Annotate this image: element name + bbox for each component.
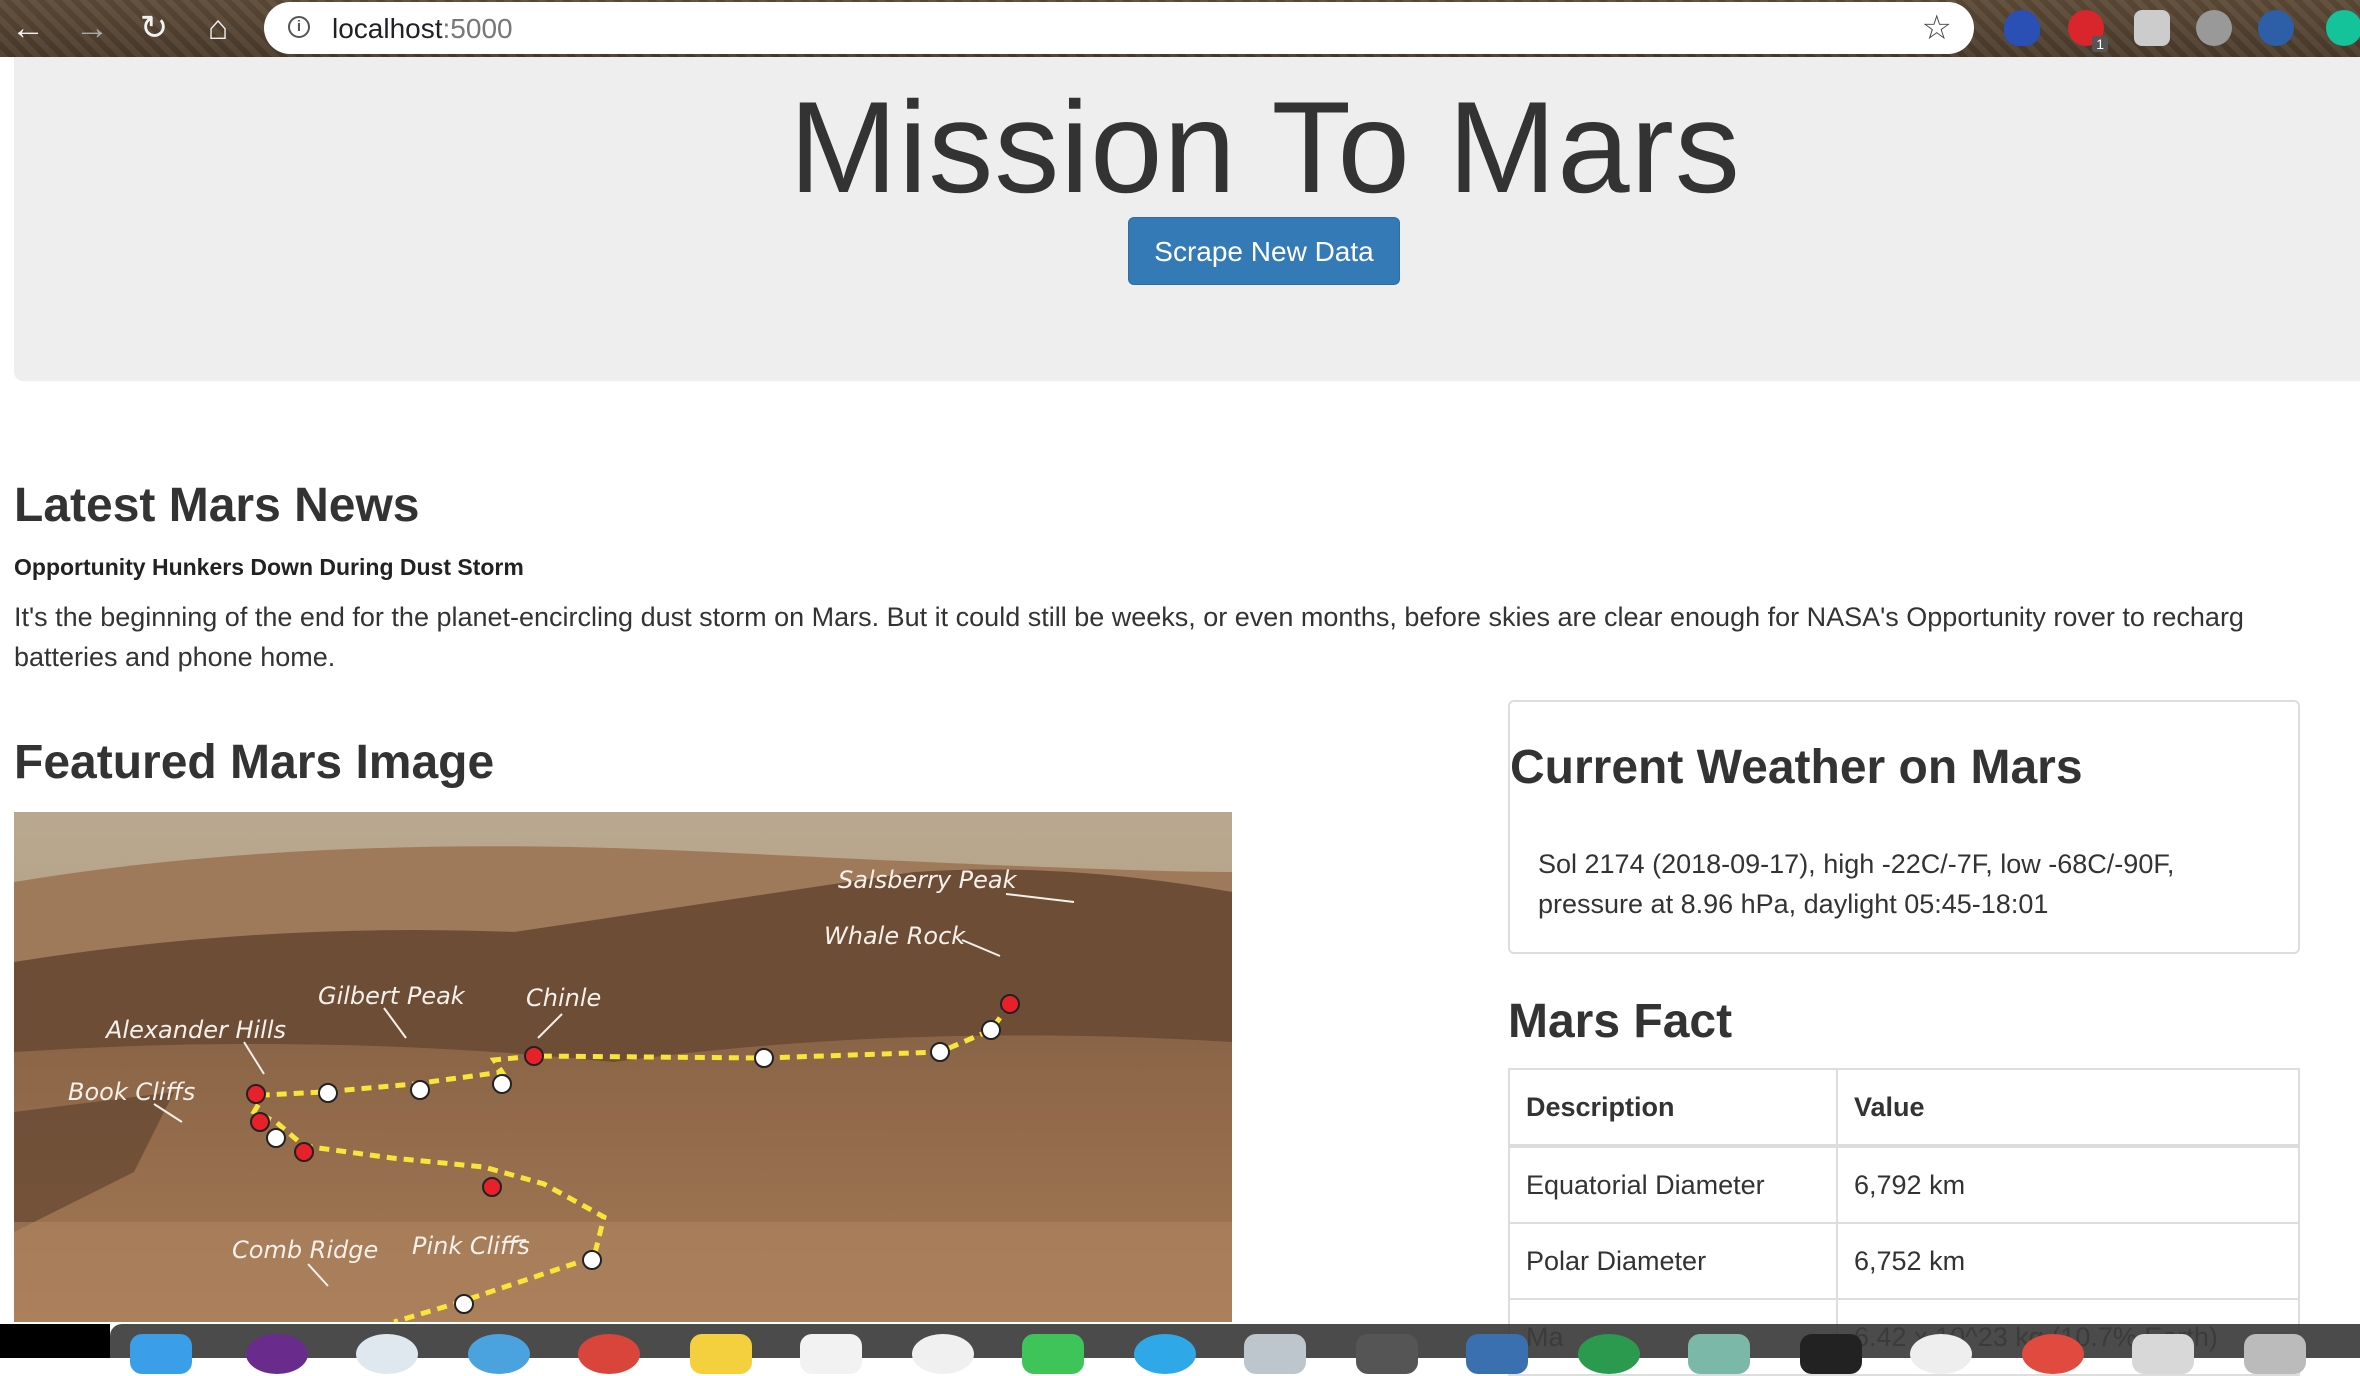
fact-description: Polar Diameter [1508, 1222, 1838, 1300]
table-row: Equatorial Diameter 6,792 km [1508, 1145, 2300, 1224]
fact-description: Equatorial Diameter [1508, 1145, 1838, 1224]
jumbotron: Mission To Mars Scrape New Data [14, 57, 2360, 381]
waypoint-red [246, 1084, 266, 1104]
shield-extension-icon[interactable] [2004, 10, 2040, 46]
column-header-description: Description [1508, 1068, 1838, 1148]
waypoint-white [930, 1042, 950, 1062]
info-icon[interactable]: i [288, 16, 310, 38]
url-host: localhost [332, 13, 443, 44]
adblock-extension-icon[interactable]: 1 [2068, 10, 2108, 52]
landmark-label: Chinle [526, 984, 601, 1012]
anaconda-icon[interactable] [1578, 1334, 1640, 1374]
waypoint-white [492, 1074, 512, 1094]
printer-icon[interactable] [2132, 1334, 2194, 1374]
weather-card: Current Weather on Mars Sol 2174 (2018-0… [1508, 700, 2300, 954]
waypoint-white [266, 1128, 286, 1148]
reload-icon[interactable]: ↻ [134, 8, 174, 48]
waypoint-red [1000, 994, 1020, 1014]
back-arrow-icon[interactable]: ← [8, 8, 48, 48]
landmark-label: Gilbert Peak [318, 982, 466, 1010]
slack-icon[interactable] [1910, 1334, 1972, 1374]
featured-mars-image[interactable]: Salsberry Peak Whale Rock Gilbert Peak C… [14, 812, 1232, 1322]
waypoint-red [294, 1142, 314, 1162]
landmark-label: Whale Rock [824, 922, 966, 950]
featured-image-title: Featured Mars Image [14, 736, 495, 789]
calendar-icon[interactable] [800, 1334, 862, 1374]
news-paragraph-line1: It's the beginning of the end for the pl… [14, 602, 2244, 632]
waypoint-white [981, 1020, 1001, 1040]
desktop-edge [0, 1324, 110, 1358]
landmark-label: Salsberry Peak [838, 866, 1018, 894]
siri-icon[interactable] [246, 1334, 308, 1374]
vscode-icon[interactable] [1466, 1334, 1528, 1374]
safari-icon[interactable] [468, 1334, 530, 1374]
mars-landscape-figure: Salsberry Peak Whale Rock Gilbert Peak C… [14, 812, 1232, 1322]
finder-icon[interactable] [130, 1334, 192, 1374]
waypoint-white [754, 1048, 774, 1068]
messages-icon[interactable] [1022, 1334, 1084, 1374]
maps-icon[interactable] [1688, 1334, 1750, 1374]
waypoint-white [410, 1080, 430, 1100]
bookmark-star-icon[interactable]: ☆ [1922, 8, 1952, 48]
landmark-label: Alexander Hills [104, 1016, 286, 1044]
globe-extension-icon[interactable] [2258, 10, 2294, 46]
home-icon[interactable]: ⌂ [198, 8, 238, 48]
chrome-icon[interactable] [578, 1334, 640, 1374]
news-paragraph: It's the beginning of the end for the pl… [14, 597, 2360, 677]
address-bar[interactable]: i localhost:5000 ☆ [264, 2, 1974, 54]
waypoint-white [454, 1294, 474, 1314]
column-header-value: Value [1836, 1068, 2300, 1148]
weather-title: Current Weather on Mars [1510, 741, 2083, 794]
terminal-icon[interactable] [1800, 1334, 1862, 1374]
fact-value: 6,752 km [1836, 1222, 2300, 1300]
waypoint-red [482, 1177, 502, 1197]
news-headline: Opportunity Hunkers Down During Dust Sto… [14, 554, 524, 580]
waypoint-red [250, 1112, 270, 1132]
photos-icon[interactable] [912, 1334, 974, 1374]
url-port: :5000 [442, 13, 513, 44]
extension-badge: 1 [2092, 36, 2108, 52]
macos-dock [110, 1324, 2360, 1374]
news-paragraph-line2: batteries and phone home. [14, 642, 336, 672]
trash-icon[interactable] [2244, 1334, 2306, 1374]
waypoint-white [582, 1250, 602, 1270]
table-row: Polar Diameter 6,752 km [1508, 1222, 2300, 1300]
forward-arrow-icon[interactable]: → [72, 8, 112, 48]
waypoint-white [318, 1083, 338, 1103]
reader-extension-icon[interactable] [2134, 10, 2170, 46]
waypoint-red [524, 1046, 544, 1066]
landmark-label: Comb Ridge [232, 1236, 378, 1264]
landmark-label: Pink Cliffs [412, 1232, 530, 1260]
mars-fact-title: Mars Fact [1508, 995, 1733, 1048]
grammarly-extension-icon[interactable] [2326, 10, 2360, 46]
launchpad-icon[interactable] [356, 1334, 418, 1374]
system-preferences-icon[interactable] [1356, 1334, 1418, 1374]
search-extension-icon[interactable] [2196, 10, 2232, 46]
app-store-icon[interactable] [1134, 1334, 1196, 1374]
table-header-row: Description Value [1508, 1068, 2300, 1148]
fact-value: 6,792 km [1836, 1145, 2300, 1224]
weather-text: Sol 2174 (2018-09-17), high -22C/-7F, lo… [1538, 849, 2175, 919]
landmark-label: Book Cliffs [68, 1078, 195, 1106]
browser-toolbar: ← → ↻ ⌂ i localhost:5000 ☆ 1 [0, 0, 2360, 57]
music-icon[interactable] [2022, 1334, 2084, 1374]
page-title: Mission To Mars [789, 74, 1741, 220]
preview-icon[interactable] [1244, 1334, 1306, 1374]
near-ground [14, 1222, 1232, 1322]
notes-icon[interactable] [690, 1334, 752, 1374]
url-text[interactable]: localhost:5000 [332, 13, 513, 45]
scrape-new-data-button[interactable]: Scrape New Data [1128, 217, 1400, 285]
news-section-title: Latest Mars News [14, 479, 420, 532]
